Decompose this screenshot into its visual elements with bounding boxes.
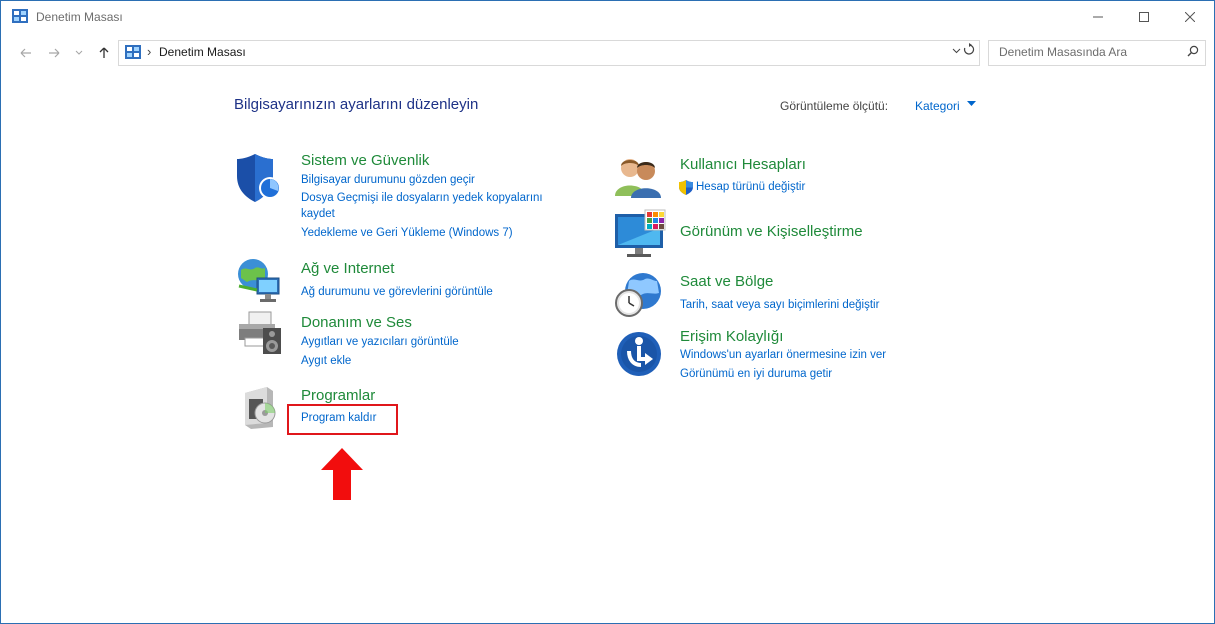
category-title-hardware-sound[interactable]: Donanım ve Ses	[301, 314, 412, 331]
forward-button[interactable]	[46, 44, 62, 62]
title-bar: Denetim Masası	[1, 1, 1214, 34]
back-arrow-icon	[20, 48, 31, 58]
maximize-button[interactable]	[1121, 1, 1167, 33]
back-button[interactable]	[18, 44, 34, 62]
forward-arrow-icon	[49, 48, 60, 58]
monitor-palette-icon[interactable]	[613, 208, 669, 258]
network-icon[interactable]	[235, 256, 285, 306]
refresh-icon	[963, 43, 975, 55]
control-panel-window: Denetim Masası › Denetim Masası Denetim …	[0, 0, 1215, 624]
category-title-system-security[interactable]: Sistem ve Güvenlik	[301, 152, 429, 169]
ease-of-access-icon[interactable]	[615, 329, 663, 379]
link-network-status[interactable]: Ağ durumunu ve görevlerini görüntüle	[301, 286, 493, 298]
category-title-clock-region[interactable]: Saat ve Bölge	[680, 273, 773, 290]
link-file-history-backup[interactable]: Dosya Geçmişi ile dosyaların yedek kopya…	[301, 192, 543, 204]
minimize-button[interactable]	[1075, 1, 1121, 33]
category-title-user-accounts[interactable]: Kullanıcı Hesapları	[680, 156, 806, 173]
caret-down-icon[interactable]	[967, 101, 976, 107]
page-title: Bilgisayarınızın ayarlarını düzenleyin	[234, 96, 479, 113]
breadcrumb-item[interactable]: Denetim Masası	[159, 45, 246, 59]
category-title-network-internet[interactable]: Ağ ve Internet	[301, 260, 394, 277]
link-backup-restore-win7[interactable]: Yedekleme ve Geri Yükleme (Windows 7)	[301, 227, 513, 239]
view-by-label: Görüntüleme ölçütü:	[780, 99, 889, 113]
link-let-windows-suggest[interactable]: Windows'un ayarları önermesine izin ver	[680, 349, 886, 361]
category-title-appearance[interactable]: Görünüm ve Kişiselleştirme	[680, 223, 863, 240]
chevron-down-icon	[952, 48, 961, 54]
link-devices-printers[interactable]: Aygıtları ve yazıcıları görüntüle	[301, 336, 459, 348]
users-icon[interactable]	[613, 156, 663, 198]
maximize-icon	[1139, 12, 1149, 22]
link-add-device[interactable]: Aygıt ekle	[301, 355, 351, 367]
category-title-ease-of-access[interactable]: Erişim Kolaylığı	[680, 328, 783, 345]
shield-icon[interactable]	[235, 152, 285, 204]
control-panel-icon	[125, 45, 141, 59]
printer-speaker-icon[interactable]	[235, 310, 285, 356]
link-file-history-backup-cont[interactable]: kaydet	[301, 208, 335, 220]
close-button[interactable]	[1167, 1, 1213, 33]
clock-globe-icon[interactable]	[613, 271, 665, 319]
recent-locations-button[interactable]	[71, 44, 87, 62]
search-icon	[1187, 45, 1199, 57]
window-title: Denetim Masası	[36, 10, 123, 24]
highlight-box	[287, 404, 398, 435]
address-bar[interactable]: › Denetim Masası	[118, 40, 980, 66]
red-up-arrow-icon	[321, 448, 363, 500]
chevron-down-icon	[75, 50, 83, 55]
control-panel-icon	[12, 9, 28, 23]
refresh-button[interactable]	[963, 43, 975, 59]
programs-icon[interactable]	[241, 383, 285, 431]
up-button[interactable]	[96, 44, 112, 62]
link-change-date-time-formats[interactable]: Tarih, saat veya sayı biçimlerini değişt…	[680, 299, 879, 311]
search-placeholder: Denetim Masasında Ara	[999, 45, 1128, 59]
close-icon	[1185, 12, 1195, 22]
up-arrow-icon	[99, 47, 109, 58]
navigation-bar: › Denetim Masası Denetim Masasında Ara	[1, 38, 1214, 68]
view-by-dropdown[interactable]: Kategori	[915, 99, 960, 113]
link-change-account-type[interactable]: Hesap türünü değiştir	[696, 181, 805, 193]
link-review-computer-status[interactable]: Bilgisayar durumunu gözden geçir	[301, 174, 475, 186]
link-optimize-visual-display[interactable]: Görünümü en iyi duruma getir	[680, 368, 832, 380]
category-title-programs[interactable]: Programlar	[301, 387, 375, 404]
breadcrumb-separator: ›	[147, 44, 152, 59]
uac-shield-icon	[679, 180, 693, 195]
minimize-icon	[1093, 16, 1103, 18]
address-dropdown-button[interactable]	[952, 45, 961, 57]
search-input[interactable]: Denetim Masasında Ara	[988, 40, 1206, 66]
